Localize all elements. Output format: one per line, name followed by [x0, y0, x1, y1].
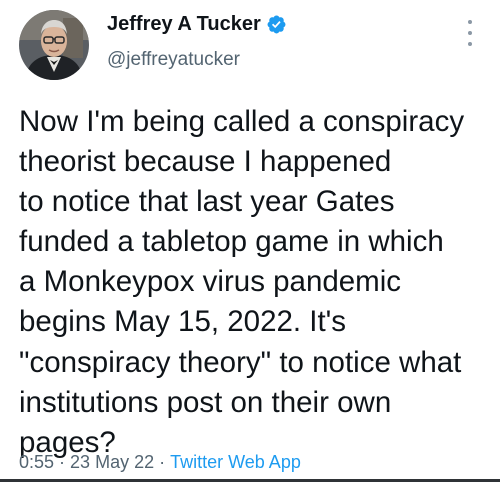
tweet-line: begins May 15, 2022. It's — [19, 305, 347, 339]
more-options-icon[interactable] — [463, 20, 477, 46]
handle[interactable]: @jeffreyatucker — [107, 49, 240, 71]
avatar-image — [19, 10, 89, 80]
tweet-source[interactable]: Twitter Web App — [170, 452, 301, 473]
tweet-line: "conspiracy theory" to notice what — [19, 345, 462, 379]
dot-icon — [468, 42, 472, 46]
tweet-line: a Monkeypox virus pandemic — [19, 265, 402, 299]
display-name[interactable]: Jeffrey A Tucker — [107, 13, 261, 36]
tweet-line: theorist because I happened — [19, 145, 392, 179]
tweet-meta: 0:55 · 23 May 22 · Twitter Web App — [19, 452, 301, 473]
tweet-time[interactable]: 0:55 — [19, 452, 54, 473]
tweet-line: to notice that last year Gates — [19, 185, 395, 219]
tweet-line: funded a tabletop game in which — [19, 225, 444, 259]
tweet-date[interactable]: 23 May 22 — [70, 452, 154, 473]
avatar[interactable] — [19, 10, 89, 80]
tweet-line: institutions post on their own — [19, 385, 392, 419]
verified-badge-icon — [267, 15, 286, 34]
meta-separator: · — [159, 452, 166, 472]
author-header: Jeffrey A Tucker — [107, 13, 287, 36]
tweet-text: Now I'm being called a conspiracy theori… — [19, 102, 497, 463]
dot-icon — [468, 31, 472, 35]
meta-separator: · — [59, 452, 66, 472]
tweet-line: Now I'm being called a conspiracy — [19, 105, 465, 138]
tweet: Jeffrey A Tucker @jeffreyatucker Now I'm… — [0, 0, 500, 482]
dot-icon — [468, 20, 472, 24]
